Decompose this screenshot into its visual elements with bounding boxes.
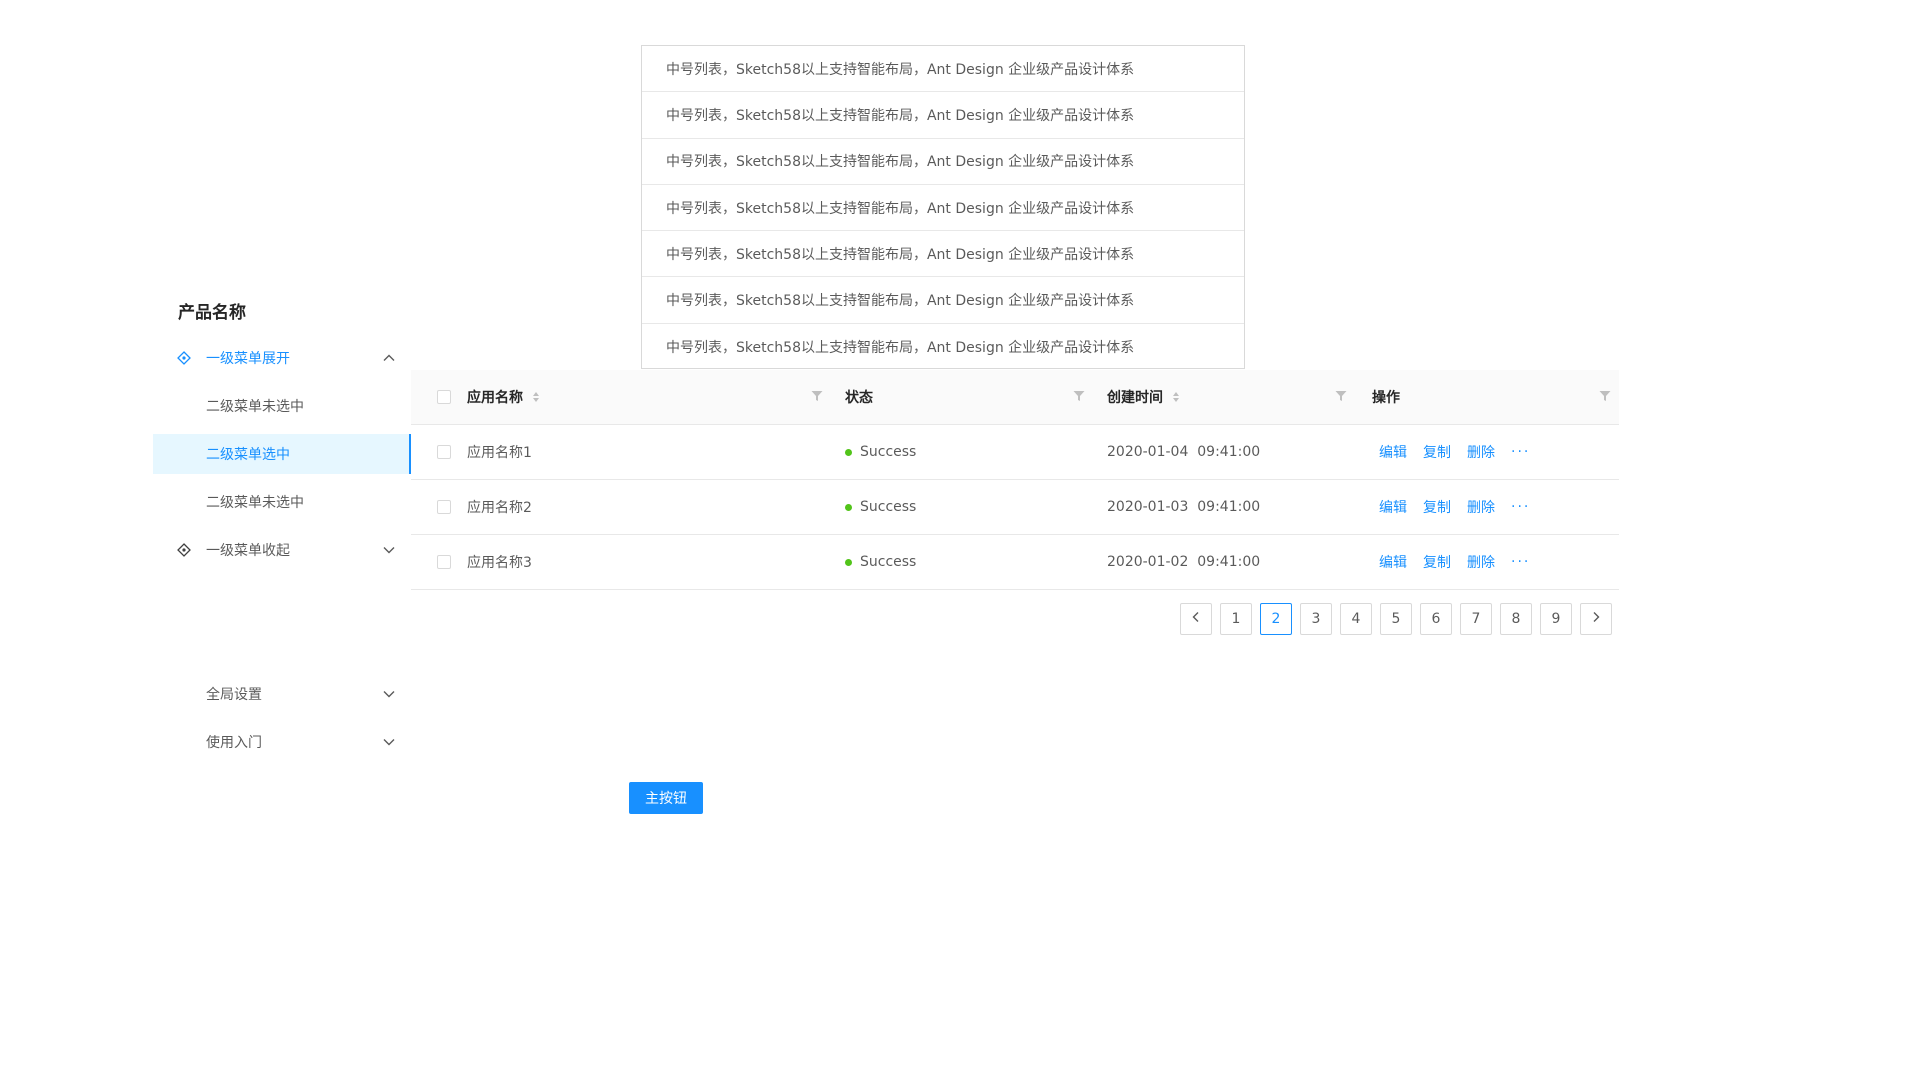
select-all-checkbox[interactable] [437, 390, 451, 404]
diamond-icon [177, 351, 191, 365]
more-icon[interactable]: ··· [1511, 499, 1530, 515]
page-button[interactable]: 5 [1380, 603, 1412, 635]
row-checkbox[interactable] [437, 555, 451, 569]
list-item-text: 中号列表，Sketch58以上支持智能布局，Ant Design 企业级产品设计… [666, 107, 1135, 124]
chevron-down-icon [381, 542, 397, 558]
chevron-down-icon [381, 734, 397, 750]
list-panel: 中号列表，Sketch58以上支持智能布局，Ant Design 企业级产品设计… [641, 45, 1245, 369]
column-header-created-time: 创建时间 [1107, 390, 1163, 406]
list-item-text: 中号列表，Sketch58以上支持智能布局，Ant Design 企业级产品设计… [666, 339, 1135, 356]
app-name: 应用名称3 [467, 555, 532, 571]
edit-link[interactable]: 编辑 [1379, 497, 1407, 517]
list-item[interactable]: 中号列表，Sketch58以上支持智能布局，Ant Design 企业级产品设计… [642, 139, 1244, 185]
filter-icon[interactable] [810, 389, 824, 403]
column-header-name: 应用名称 [467, 390, 523, 406]
filter-icon[interactable] [1598, 389, 1612, 403]
page-button[interactable]: 6 [1420, 603, 1452, 635]
copy-link[interactable]: 复制 [1423, 552, 1451, 572]
page-button[interactable]: 9 [1540, 603, 1572, 635]
page-button-current[interactable]: 2 [1260, 603, 1292, 635]
diamond-icon [177, 543, 191, 557]
submenu-item-selected[interactable]: 二级菜单选中 [153, 434, 411, 474]
more-icon[interactable]: ··· [1511, 554, 1530, 570]
list-item-text: 中号列表，Sketch58以上支持智能布局，Ant Design 企业级产品设计… [666, 154, 1135, 171]
copy-link[interactable]: 复制 [1423, 497, 1451, 517]
table-row: 应用名称2 Success 2020-01-03 09:41:00 编辑 复制 … [411, 480, 1619, 535]
app-name: 应用名称1 [467, 445, 532, 461]
table-row: 应用名称1 Success 2020-01-04 09:41:00 编辑 复制 … [411, 425, 1619, 480]
copy-link[interactable]: 复制 [1423, 442, 1451, 462]
chevron-down-icon [381, 686, 397, 702]
more-icon[interactable]: ··· [1511, 444, 1530, 460]
primary-button[interactable]: 主按钮 [629, 782, 703, 814]
menu-group-getting-started[interactable]: 使用入门 [153, 722, 411, 762]
column-header-status: 状态 [845, 390, 873, 406]
page-button[interactable]: 1 [1220, 603, 1252, 635]
submenu-item-label: 二级菜单未选中 [206, 399, 304, 415]
table-row: 应用名称3 Success 2020-01-02 09:41:00 编辑 复制 … [411, 535, 1619, 590]
submenu-item-label: 二级菜单未选中 [206, 495, 304, 511]
list-item[interactable]: 中号列表，Sketch58以上支持智能布局，Ant Design 企业级产品设计… [642, 92, 1244, 139]
table-header: 应用名称 状态 创建时间 操作 [411, 370, 1619, 425]
page-button[interactable]: 7 [1460, 603, 1492, 635]
sort-icon[interactable] [532, 391, 540, 403]
status-dot [845, 448, 852, 456]
next-page-button[interactable] [1580, 603, 1612, 635]
sort-icon[interactable] [1172, 391, 1180, 403]
submenu-item[interactable]: 二级菜单未选中 [153, 482, 411, 522]
row-checkbox[interactable] [437, 500, 451, 514]
edit-link[interactable]: 编辑 [1379, 552, 1407, 572]
list-item-text: 中号列表，Sketch58以上支持智能布局，Ant Design 企业级产品设计… [666, 246, 1135, 263]
page-button[interactable]: 4 [1340, 603, 1372, 635]
menu-group-label: 全局设置 [206, 687, 262, 703]
list-item-text: 中号列表，Sketch58以上支持智能布局，Ant Design 企业级产品设计… [666, 61, 1135, 78]
status-text: Success [860, 499, 917, 515]
status-text: Success [860, 554, 917, 570]
menu-group-label: 使用入门 [206, 735, 262, 751]
pagination: 1 2 3 4 5 6 7 8 9 [1180, 603, 1612, 635]
list-item[interactable]: 中号列表，Sketch58以上支持智能布局，Ant Design 企业级产品设计… [642, 185, 1244, 232]
delete-link[interactable]: 删除 [1467, 442, 1495, 462]
row-checkbox[interactable] [437, 445, 451, 459]
list-item[interactable]: 中号列表，Sketch58以上支持智能布局，Ant Design 企业级产品设计… [642, 324, 1244, 370]
menu-item-label: 一级菜单展开 [206, 351, 290, 367]
list-item[interactable]: 中号列表，Sketch58以上支持智能布局，Ant Design 企业级产品设计… [642, 46, 1244, 93]
prev-page-button[interactable] [1180, 603, 1212, 635]
filter-icon[interactable] [1072, 389, 1086, 403]
page-button[interactable]: 8 [1500, 603, 1532, 635]
delete-link[interactable]: 删除 [1467, 552, 1495, 572]
status-dot [845, 503, 852, 511]
list-item-text: 中号列表，Sketch58以上支持智能布局，Ant Design 企业级产品设计… [666, 293, 1135, 310]
submenu-item-label: 二级菜单选中 [206, 447, 290, 463]
list-item[interactable]: 中号列表，Sketch58以上支持智能布局，Ant Design 企业级产品设计… [642, 231, 1244, 278]
filter-icon[interactable] [1334, 389, 1348, 403]
chevron-left-icon [1190, 611, 1202, 627]
created-time: 2020-01-04 09:41:00 [1107, 444, 1261, 460]
list-item[interactable]: 中号列表，Sketch58以上支持智能布局，Ant Design 企业级产品设计… [642, 277, 1244, 324]
menu-group-global-settings[interactable]: 全局设置 [153, 674, 411, 714]
list-item-text: 中号列表，Sketch58以上支持智能布局，Ant Design 企业级产品设计… [666, 200, 1135, 217]
column-header-actions: 操作 [1372, 390, 1400, 406]
product-name: 产品名称 [178, 303, 246, 323]
created-time: 2020-01-02 09:41:00 [1107, 554, 1261, 570]
page-button[interactable]: 3 [1300, 603, 1332, 635]
status-text: Success [860, 444, 917, 460]
menu-item-collapsed[interactable]: 一级菜单收起 [153, 530, 411, 570]
app-name: 应用名称2 [467, 500, 532, 516]
status-dot [845, 558, 852, 566]
delete-link[interactable]: 删除 [1467, 497, 1495, 517]
data-table: 应用名称 状态 创建时间 操作 应用名称1 Success 2020-01-04… [411, 370, 1619, 590]
edit-link[interactable]: 编辑 [1379, 442, 1407, 462]
created-time: 2020-01-03 09:41:00 [1107, 499, 1261, 515]
menu-item-label: 一级菜单收起 [206, 543, 290, 559]
chevron-right-icon [1590, 611, 1602, 627]
menu-item-expanded[interactable]: 一级菜单展开 [153, 338, 411, 378]
chevron-up-icon [381, 350, 397, 366]
submenu-item[interactable]: 二级菜单未选中 [153, 386, 411, 426]
